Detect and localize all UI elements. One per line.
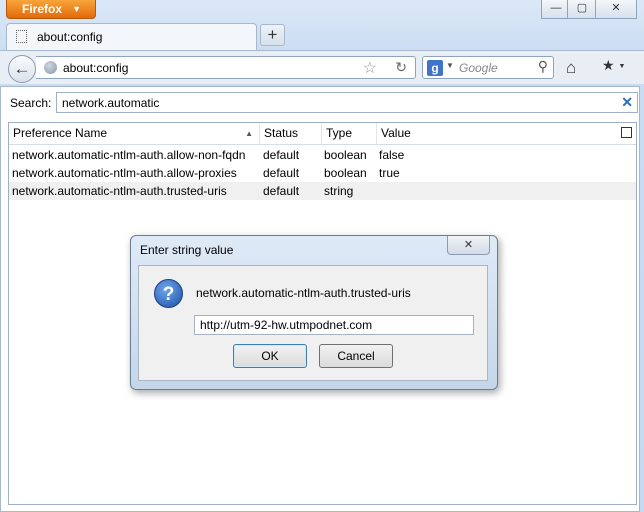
url-bar[interactable]: about:config ☆ ↻	[36, 56, 416, 79]
column-label: Status	[264, 126, 299, 140]
bookmarks-icon: ★	[602, 57, 615, 73]
pref-status: default	[263, 166, 300, 180]
table-row[interactable]: network.automatic-ntlm-auth.allow-non-fq…	[9, 146, 636, 164]
column-label: Value	[381, 126, 411, 140]
pref-type: string	[324, 184, 354, 198]
ok-button[interactable]: OK	[233, 344, 307, 368]
ok-label: OK	[261, 349, 279, 363]
dialog-close-button[interactable]: ✕	[447, 236, 490, 255]
tab-label: about:config	[37, 30, 103, 44]
pref-name: network.automatic-ntlm-auth.allow-proxie…	[12, 166, 237, 180]
pref-type: boolean	[324, 166, 367, 180]
new-tab-button[interactable]: +	[260, 24, 285, 46]
plus-icon: +	[267, 25, 278, 44]
url-text: about:config	[63, 61, 129, 75]
search-bar[interactable]: g ▼ Google ⚲	[422, 56, 554, 79]
dialog-body: ? network.automatic-ntlm-auth.trusted-ur…	[138, 265, 488, 381]
string-value-text: http://utm-92-hw.utmpodnet.com	[200, 318, 373, 332]
column-label: Preference Name	[13, 126, 108, 140]
cancel-button[interactable]: Cancel	[319, 344, 393, 368]
pref-status: default	[263, 148, 300, 162]
globe-icon	[44, 61, 57, 74]
column-header-name[interactable]: Preference Name ▲	[9, 123, 260, 144]
cancel-label: Cancel	[337, 349, 375, 363]
search-icon[interactable]: ⚲	[538, 58, 548, 75]
column-header-value[interactable]: Value	[377, 123, 636, 144]
sort-ascending-icon: ▲	[245, 129, 253, 138]
string-value-dialog: Enter string value ✕ ? network.automatic…	[130, 235, 498, 390]
table-row[interactable]: network.automatic-ntlm-auth.allow-proxie…	[9, 164, 636, 182]
maximize-icon: ▢	[576, 2, 588, 14]
minimize-icon: —	[550, 2, 562, 14]
pref-name: network.automatic-ntlm-auth.allow-non-fq…	[12, 148, 246, 162]
pref-status: default	[263, 184, 300, 198]
pref-type: boolean	[324, 148, 367, 162]
column-header-status[interactable]: Status	[260, 123, 322, 144]
table-row-selected[interactable]: network.automatic-ntlm-auth.trusted-uris…	[9, 182, 636, 200]
pref-value: true	[379, 166, 400, 180]
column-picker-icon[interactable]	[621, 127, 632, 138]
pref-name: network.automatic-ntlm-auth.trusted-uris	[12, 184, 227, 198]
reload-icon[interactable]: ↻	[395, 59, 407, 76]
back-button[interactable]: ←	[8, 55, 36, 83]
back-arrow-icon: ←	[13, 59, 31, 78]
search-placeholder: Google	[459, 61, 498, 75]
chevron-down-icon: ▼	[618, 62, 626, 70]
pref-value: false	[379, 148, 405, 162]
window-close-button[interactable]: ✕	[595, 0, 637, 19]
home-button[interactable]: ⌂	[566, 58, 576, 78]
filter-input[interactable]: network.automatic ✕	[56, 92, 638, 113]
string-value-input[interactable]: http://utm-92-hw.utmpodnet.com	[194, 315, 474, 335]
clear-icon[interactable]: ✕	[621, 94, 633, 111]
tab-about-config[interactable]: about:config	[6, 23, 257, 50]
question-icon: ?	[154, 279, 183, 308]
page-icon	[16, 30, 27, 43]
close-icon: ✕	[463, 239, 474, 251]
filter-label: Search:	[10, 96, 52, 110]
table-header: Preference Name ▲ Status Type Value	[9, 123, 636, 145]
home-icon: ⌂	[566, 58, 577, 77]
bookmark-star-icon[interactable]: ☆	[363, 58, 377, 78]
dialog-title: Enter string value	[140, 243, 234, 257]
column-label: Type	[326, 126, 353, 140]
filter-value: network.automatic	[62, 96, 160, 110]
chevron-down-icon[interactable]: ▼	[446, 61, 454, 70]
google-icon[interactable]: g	[427, 60, 443, 76]
maximize-button[interactable]: ▢	[567, 0, 597, 19]
firefox-menu-button[interactable]: Firefox ▼	[6, 0, 96, 19]
column-header-type[interactable]: Type	[322, 123, 377, 144]
close-icon: ✕	[611, 2, 621, 14]
firefox-menu-label: Firefox	[22, 2, 63, 16]
dialog-prompt: network.automatic-ntlm-auth.trusted-uris	[196, 286, 411, 300]
bookmarks-menu-button[interactable]: ★ ▼	[602, 57, 630, 77]
chevron-down-icon: ▼	[72, 4, 81, 14]
